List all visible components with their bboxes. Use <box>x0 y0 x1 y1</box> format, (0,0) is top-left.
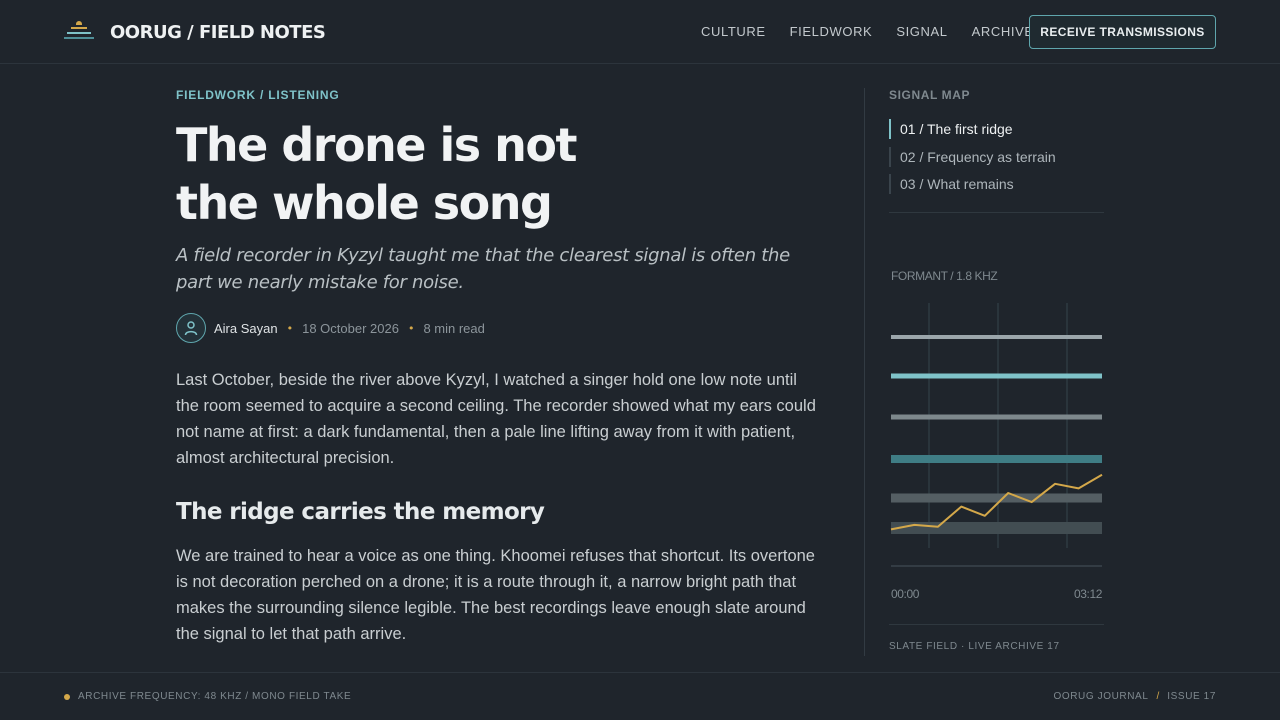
publish-date: 18 October 2026 <box>302 320 399 336</box>
byline: Aira Sayan • 18 October 2026 • 8 min rea… <box>176 313 826 343</box>
slash-separator: / <box>1156 691 1160 702</box>
archive-status: ARCHIVE FREQUENCY: 48 KHZ / MONO FIELD T… <box>64 691 351 702</box>
user-icon <box>184 321 198 336</box>
x-tick-label: 03:12 <box>1074 587 1103 601</box>
nav-culture[interactable]: CULTURE <box>701 24 766 39</box>
spectral-band <box>891 455 1102 463</box>
toc-item-what-remains[interactable]: 03 / What remains <box>889 174 1104 194</box>
sidebar-title: SIGNAL MAP <box>889 88 971 102</box>
toc-item-frequency-terrain[interactable]: 02 / Frequency as terrain <box>889 146 1104 167</box>
avatar[interactable] <box>176 313 206 343</box>
spectral-band <box>891 493 1102 503</box>
issue-number[interactable]: ISSUE 17 <box>1167 691 1216 702</box>
table-of-contents: 01 / The first ridge 02 / Frequency as t… <box>889 119 1104 194</box>
journal-name[interactable]: OORUG JOURNAL <box>1053 691 1148 702</box>
title-line-1: The drone is not <box>176 118 578 172</box>
x-tick-label: 00:00 <box>891 587 920 601</box>
stacked-waves-logo-icon <box>64 21 94 43</box>
article-kicker[interactable]: FIELDWORK / LISTENING <box>176 88 826 102</box>
archive-frequency: ARCHIVE FREQUENCY: 48 KHZ / MONO FIELD T… <box>78 691 352 702</box>
spectral-band <box>891 373 1102 379</box>
main-nav: CULTURE FIELDWORK SIGNAL ARCHIVE <box>701 24 1058 39</box>
brand[interactable]: OORUG / FIELD NOTES <box>64 20 326 44</box>
chart-title: FORMANT / 1.8 KHZ <box>891 269 997 283</box>
nav-signal[interactable]: SIGNAL <box>896 24 947 39</box>
spectral-band <box>891 414 1102 420</box>
spectral-band <box>891 522 1102 534</box>
author-name[interactable]: Aira Sayan <box>214 321 278 336</box>
journal-issue: OORUG JOURNAL / ISSUE 17 <box>1053 691 1216 702</box>
toc-item-first-ridge[interactable]: 01 / The first ridge <box>889 119 1104 139</box>
read-time: 8 min read <box>423 320 485 336</box>
paragraph: We are trained to hear a voice as one th… <box>176 547 815 643</box>
receive-transmissions-button[interactable]: RECEIVE TRANSMISSIONS <box>1029 15 1216 49</box>
signal-map-sidebar: SIGNAL MAP 01 / The first ridge 02 / Fre… <box>889 88 1104 652</box>
title-line-2: the whole song <box>176 176 553 230</box>
meta-separator: • <box>286 321 294 335</box>
article: FIELDWORK / LISTENING The drone is not t… <box>176 88 826 647</box>
status-dot-icon <box>64 693 70 700</box>
section-heading: The ridge carries the memory <box>176 499 545 525</box>
article-dek: A field recorder in Kyzyl taught me that… <box>176 245 790 293</box>
divider <box>889 212 1104 213</box>
site-footer: ARCHIVE FREQUENCY: 48 KHZ / MONO FIELD T… <box>0 672 1280 720</box>
nav-archive[interactable]: ARCHIVE <box>972 24 1034 39</box>
nav-fieldwork[interactable]: FIELDWORK <box>790 24 873 39</box>
article-title: The drone is not the whole song <box>176 116 696 232</box>
paragraph: Last October, beside the river above Kyz… <box>176 371 816 467</box>
divider <box>889 624 1104 625</box>
meta-separator: • <box>407 321 415 335</box>
formant-chart: FORMANT / 1.8 KHZ 00:00 03:12 <box>890 269 1103 601</box>
brand-name: OORUG / FIELD NOTES <box>110 21 326 43</box>
spectral-band <box>891 335 1102 339</box>
sidebar-footer: SLATE FIELD · LIVE ARCHIVE 17 <box>889 641 1060 652</box>
sidebar-divider <box>864 88 865 656</box>
site-header: OORUG / FIELD NOTES CULTURE FIELDWORK SI… <box>0 0 1280 64</box>
